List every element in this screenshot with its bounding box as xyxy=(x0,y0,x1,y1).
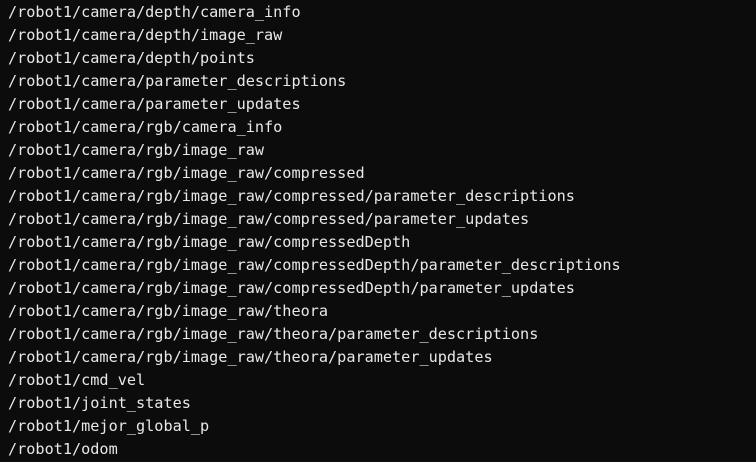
topic-line: /robot1/camera/depth/camera_info xyxy=(8,3,301,21)
topic-line: /robot1/camera/rgb/image_raw/compressed/… xyxy=(8,187,575,205)
topic-line: /robot1/camera/rgb/camera_info xyxy=(8,118,283,136)
topic-line: /robot1/camera/rgb/image_raw/compressedD… xyxy=(8,279,575,297)
topic-line: /robot1/camera/rgb/image_raw/compressed/… xyxy=(8,210,530,228)
topic-line: /robot1/camera/rgb/image_raw/compressed xyxy=(8,164,365,182)
topic-line: /robot1/camera/parameter_descriptions xyxy=(8,72,347,90)
topic-line: /robot1/camera/rgb/image_raw/theora xyxy=(8,302,329,320)
topic-line: /robot1/camera/depth/points xyxy=(8,49,255,67)
topic-line: /robot1/camera/parameter_updates xyxy=(8,95,301,113)
topic-line: /robot1/camera/rgb/image_raw/compressedD… xyxy=(8,233,411,251)
topic-line: /robot1/odom xyxy=(8,440,118,458)
topic-line: /robot1/camera/depth/image_raw xyxy=(8,26,283,44)
topic-line: /robot1/camera/rgb/image_raw/theora/para… xyxy=(8,325,539,343)
topic-line: /robot1/joint_states xyxy=(8,394,191,412)
topic-line: /robot1/cmd_vel xyxy=(8,371,146,389)
terminal-output[interactable]: /robot1/camera/depth/camera_info /robot1… xyxy=(0,0,756,462)
topic-line: /robot1/mejor_global_p xyxy=(8,417,210,435)
topic-line: /robot1/camera/rgb/image_raw/theora/para… xyxy=(8,348,493,366)
topic-line: /robot1/camera/rgb/image_raw xyxy=(8,141,265,159)
topic-line: /robot1/camera/rgb/image_raw/compressedD… xyxy=(8,256,621,274)
